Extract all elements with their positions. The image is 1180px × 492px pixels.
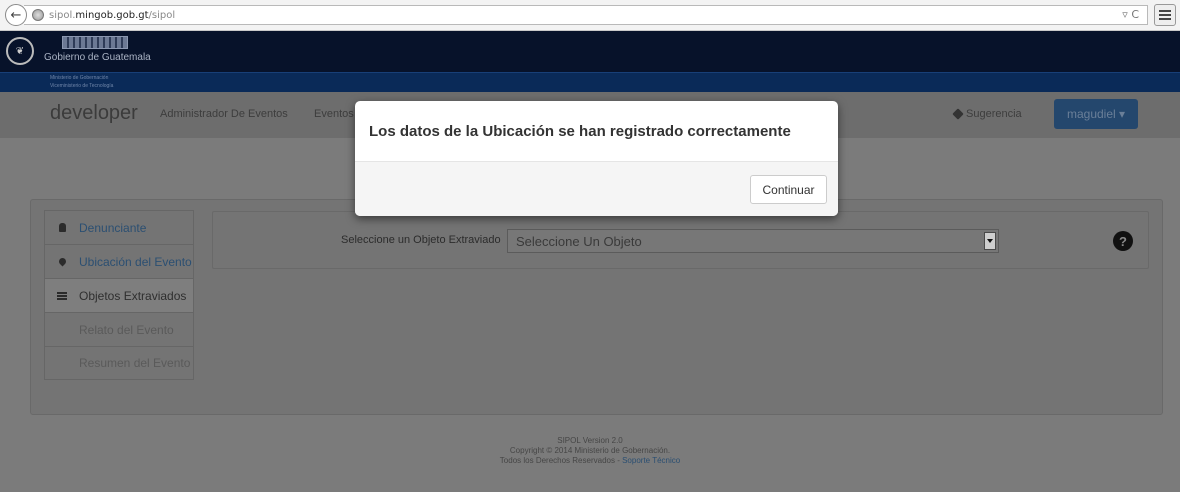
map-marker-icon — [57, 256, 67, 267]
globe-icon — [32, 9, 44, 21]
gov-header: ❦ Gobierno de Guatemala — [0, 31, 1180, 72]
brand[interactable]: developer — [50, 102, 138, 125]
footer: SIPOL Version 2.0 Copyright © 2014 Minis… — [0, 436, 1180, 466]
step-resumen: Resumen del Evento — [44, 346, 194, 380]
step-label: Denunciante — [79, 220, 147, 235]
step-label: Resumen del Evento — [79, 356, 191, 370]
object-select[interactable]: Seleccione Un Objeto — [507, 229, 999, 253]
browser-toolbar: sipol.mingob.gob.gt/sipol ▿ C ← — [0, 0, 1180, 31]
url-text: sipol.mingob.gob.gt/sipol — [49, 9, 176, 21]
viceministry-name: Viceministerio de Tecnología — [50, 83, 114, 89]
list-icon — [57, 291, 67, 300]
user-menu-button[interactable]: magudiel ▾ — [1054, 99, 1138, 129]
step-label: Objetos Extraviados — [79, 288, 187, 303]
user-icon — [58, 223, 66, 232]
gov-subheader: Ministerio de Gobernación Viceministerio… — [0, 72, 1180, 93]
back-arrow-icon[interactable]: ← — [5, 4, 27, 26]
tag-icon — [952, 108, 964, 120]
modal-title: Los datos de la Ubicación se han registr… — [355, 101, 838, 162]
reload-icon[interactable]: ▿ C — [1122, 8, 1139, 21]
gov-name: Gobierno de Guatemala — [44, 52, 151, 63]
address-bar[interactable]: sipol.mingob.gob.gt/sipol ▿ C — [24, 5, 1148, 25]
nav-link-events[interactable]: Eventos — [314, 108, 354, 120]
support-link[interactable]: Soporte Técnico — [622, 456, 680, 465]
guatemala-seal-icon: ❦ — [6, 37, 34, 65]
nav-link-event-admin[interactable]: Administrador De Eventos — [160, 108, 288, 120]
step-relato: Relato del Evento — [44, 312, 194, 346]
copyright-text: Copyright © 2014 Ministerio de Gobernaci… — [509, 446, 671, 455]
hamburger-menu-icon[interactable] — [1154, 4, 1176, 26]
step-objetos[interactable]: Objetos Extraviados — [44, 278, 194, 312]
step-label: Ubicación del Evento — [79, 254, 192, 269]
rights-line: Todos los Derechos Reservados - Soporte … — [0, 456, 1180, 466]
suggestion-label: Sugerencia — [966, 108, 1022, 120]
success-modal: Los datos de la Ubicación se han registr… — [355, 101, 838, 216]
modal-footer: Continuar — [355, 162, 838, 216]
object-select-label: Seleccione un Objeto Extraviado — [341, 234, 501, 246]
wizard-steps: Denunciante Ubicación del Evento Objetos… — [44, 210, 194, 380]
object-form: Seleccione un Objeto Extraviado Seleccio… — [212, 211, 1149, 269]
continue-button[interactable]: Continuar — [750, 175, 827, 204]
version-text: SIPOL Version 2.0 — [557, 436, 623, 445]
step-label: Relato del Evento — [79, 322, 174, 337]
suggestion-link[interactable]: Sugerencia — [952, 108, 1022, 120]
national-palace-logo — [62, 36, 128, 49]
help-icon[interactable]: ? — [1113, 231, 1133, 251]
chevron-down-icon[interactable] — [984, 232, 996, 250]
ministry-name: Ministerio de Gobernación — [50, 75, 109, 81]
step-denunciante[interactable]: Denunciante — [44, 210, 194, 244]
rights-text: Todos los Derechos Reservados - — [499, 456, 620, 465]
step-ubicacion[interactable]: Ubicación del Evento — [44, 244, 194, 278]
